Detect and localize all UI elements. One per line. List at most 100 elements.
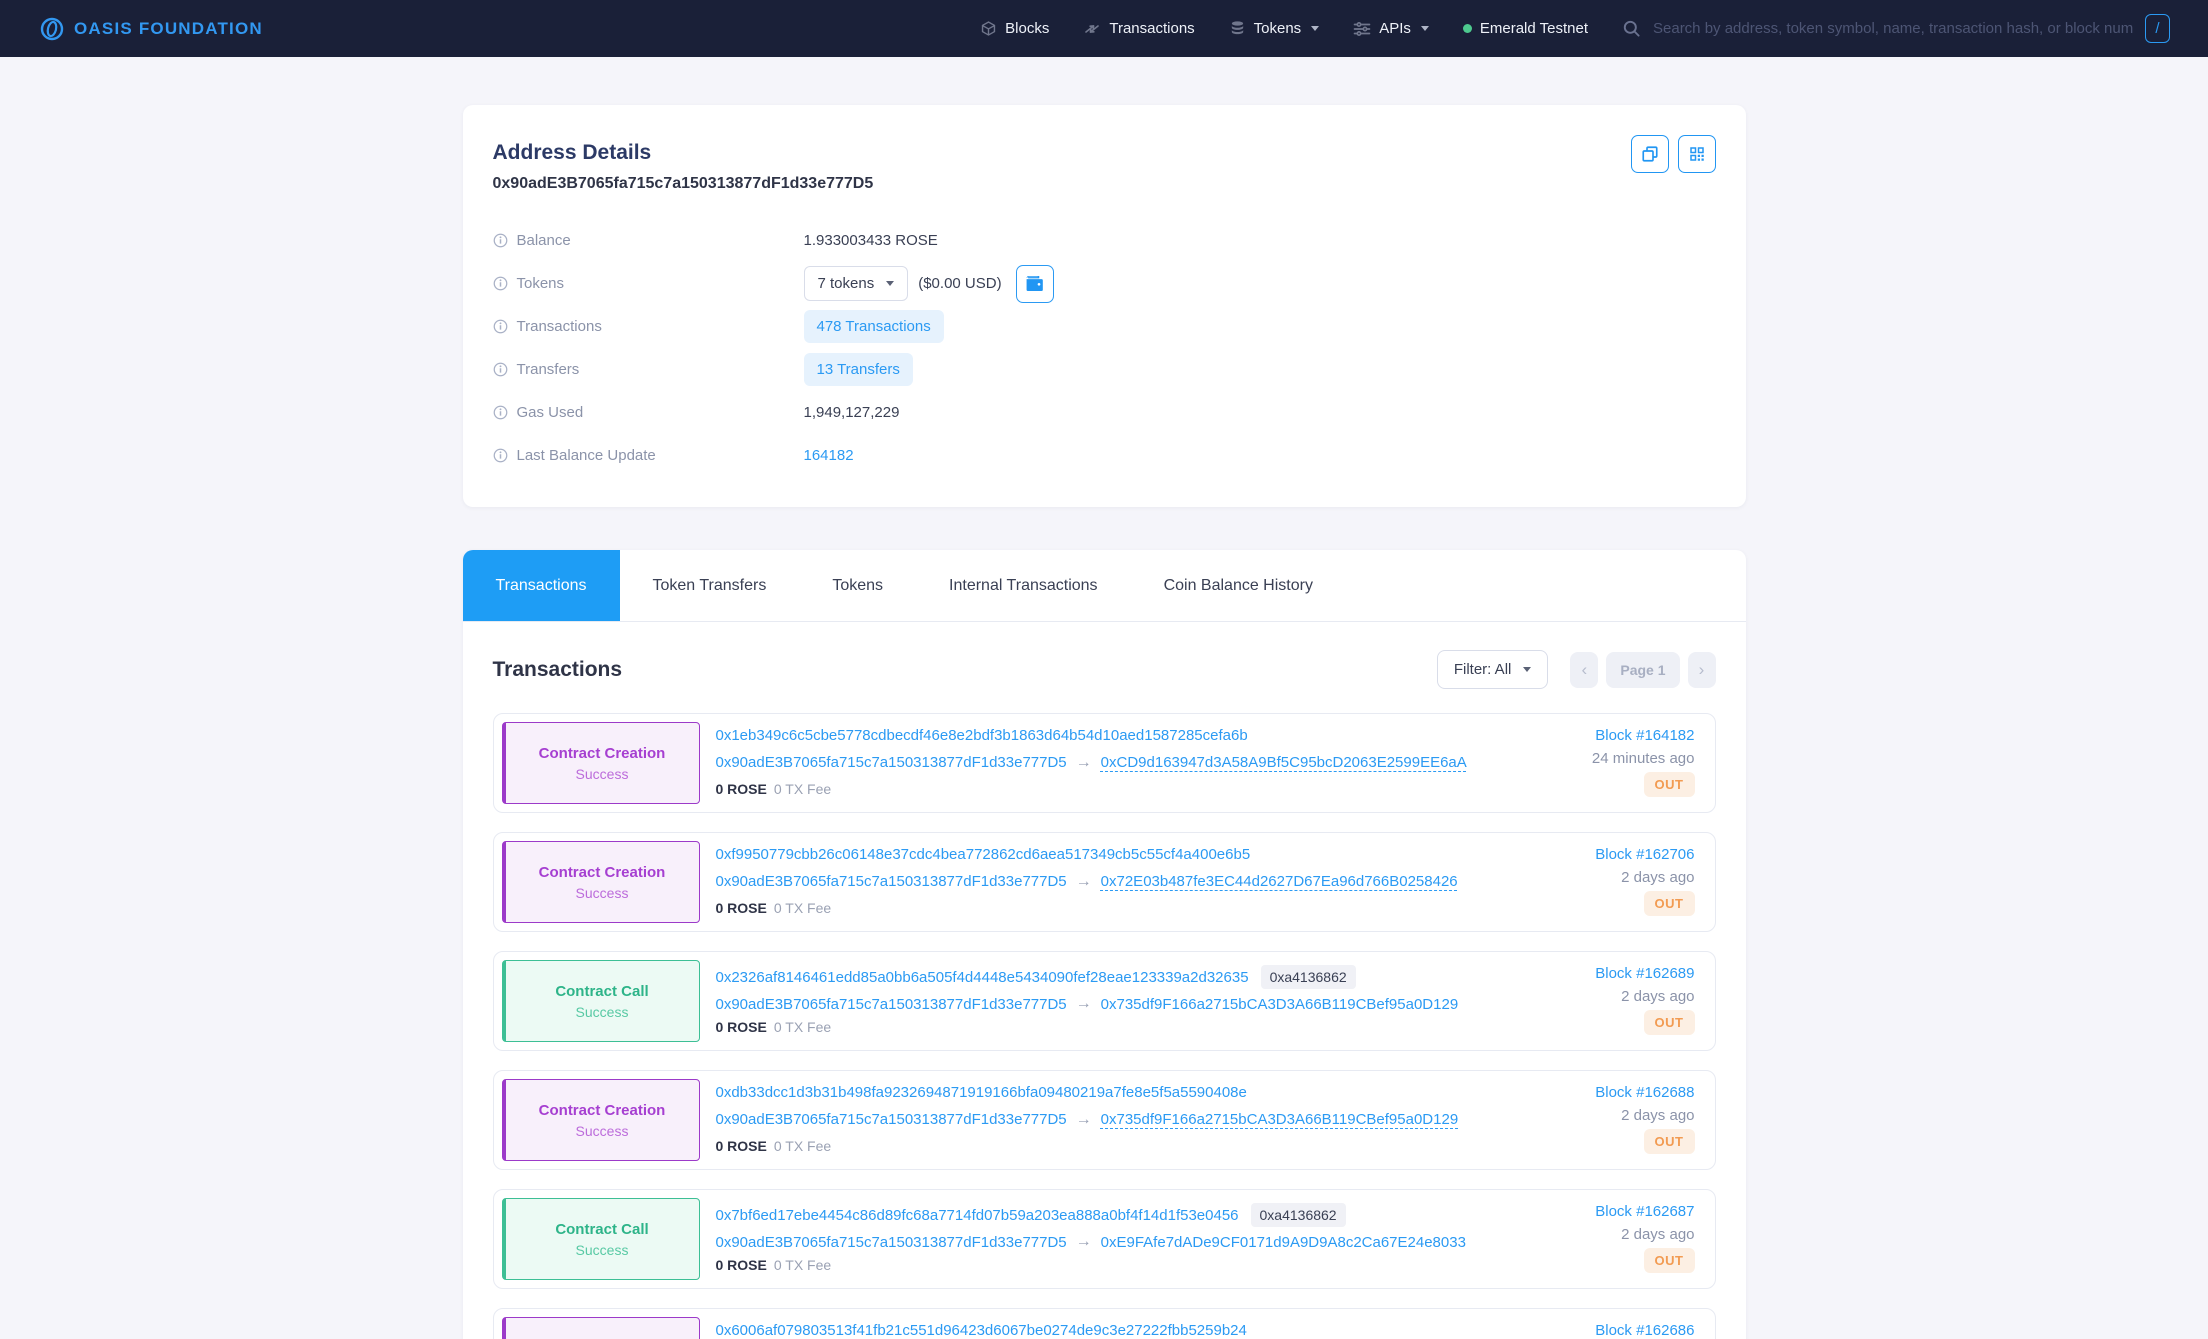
nav-blocks[interactable]: Blocks: [980, 20, 1049, 37]
transaction-fee: 0 TX Fee: [774, 900, 831, 916]
transaction-status-label: Success: [576, 1004, 629, 1020]
transaction-fee: 0 TX Fee: [774, 1257, 831, 1273]
pagination: ‹ Page 1 ›: [1570, 652, 1715, 688]
transaction-type-badge: Contract Call Success: [502, 960, 700, 1042]
to-address-link[interactable]: 0xE9FAfe7dADe9CF0171d9A9D9A8c2Ca67E24e80…: [1101, 1234, 1466, 1251]
tab-token-transfers[interactable]: Token Transfers: [620, 550, 800, 621]
from-address-link[interactable]: 0x90adE3B7065fa715c7a150313877dF1d33e777…: [716, 1234, 1067, 1251]
transfer-arrows-icon: [1083, 20, 1101, 38]
tab-internal-transactions[interactable]: Internal Transactions: [916, 550, 1131, 621]
info-icon: [493, 362, 508, 377]
transaction-type-label: Contract Call: [555, 1221, 648, 1238]
direction-badge: OUT: [1644, 1129, 1695, 1154]
address-detail-rows: Balance 1.933003433 ROSE Tokens 7 tokens…: [493, 219, 1716, 477]
transaction-type-label: Contract Creation: [539, 745, 666, 762]
block-link[interactable]: Block #162687: [1595, 1203, 1694, 1220]
block-link[interactable]: Block #164182: [1595, 727, 1694, 744]
wallet-button[interactable]: [1016, 265, 1054, 303]
transactions-count-link[interactable]: 478 Transactions: [804, 310, 944, 343]
transaction-value: 0 ROSE: [716, 900, 767, 916]
chevron-down-icon: [886, 281, 894, 286]
arrow-right-icon: →: [1076, 754, 1092, 772]
tab-transactions[interactable]: Transactions: [463, 550, 620, 621]
gas-used-label: Gas Used: [517, 404, 584, 421]
nav-tokens[interactable]: Tokens: [1229, 20, 1320, 37]
nav-transactions-label: Transactions: [1109, 20, 1194, 37]
from-address-link[interactable]: 0x90adE3B7065fa715c7a150313877dF1d33e777…: [716, 754, 1067, 771]
search-shortcut-key: /: [2145, 14, 2170, 43]
brand[interactable]: OASIS FOUNDATION: [40, 17, 263, 41]
nav-tokens-label: Tokens: [1254, 20, 1302, 37]
from-address-link[interactable]: 0x90adE3B7065fa715c7a150313877dF1d33e777…: [716, 873, 1067, 890]
balance-label: Balance: [517, 232, 571, 249]
qr-code-button[interactable]: [1678, 135, 1716, 173]
transaction-type-label: Contract Call: [555, 983, 648, 1000]
network-label: Emerald Testnet: [1480, 20, 1588, 37]
chevron-down-icon: [1421, 26, 1429, 31]
block-link[interactable]: Block #162686: [1595, 1322, 1694, 1339]
transaction-age: 2 days ago: [1621, 988, 1694, 1005]
transaction-row: Contract Creation Success 0x6006af079803…: [493, 1308, 1716, 1339]
transactions-list: Contract Creation Success 0x1eb349c6c5cb…: [493, 713, 1716, 1339]
from-address-link[interactable]: 0x90adE3B7065fa715c7a150313877dF1d33e777…: [716, 996, 1067, 1013]
transaction-hash-link[interactable]: 0xdb33dcc1d3b31b498fa9232694871919166bfa…: [716, 1084, 1247, 1101]
section-title: Transactions: [493, 658, 623, 682]
qr-code-icon: [1688, 145, 1706, 163]
block-link[interactable]: Block #162688: [1595, 1084, 1694, 1101]
transaction-hash-link[interactable]: 0x2326af8146461edd85a0bb6a505f4d4448e543…: [716, 969, 1249, 986]
transaction-hash-link[interactable]: 0x7bf6ed17ebe4454c86d89fc68a7714fd07b59a…: [716, 1207, 1239, 1224]
last-balance-update-link[interactable]: 164182: [804, 447, 854, 464]
transaction-type-label: Contract Creation: [539, 864, 666, 881]
search-input[interactable]: [1653, 20, 2133, 37]
transaction-hash-link[interactable]: 0x6006af079803513f41fb21c551d96423d6067b…: [716, 1322, 1247, 1339]
block-link[interactable]: Block #162706: [1595, 846, 1694, 863]
nav-apis[interactable]: APIs: [1353, 20, 1429, 37]
filter-dropdown[interactable]: Filter: All: [1437, 650, 1549, 689]
transfers-label: Transfers: [517, 361, 580, 378]
transaction-age: 2 days ago: [1621, 869, 1694, 886]
copy-icon: [1641, 145, 1659, 163]
last-balance-update-row: Last Balance Update 164182: [493, 434, 1716, 477]
method-id-tag: 0xa4136862: [1251, 1203, 1346, 1227]
nav-items: Blocks Transactions Tokens APIs Emerald …: [980, 14, 2170, 43]
transaction-value: 0 ROSE: [716, 1138, 767, 1154]
to-address-link[interactable]: 0x735df9F166a2715bCA3D3A66B119CBef95a0D1…: [1101, 1111, 1459, 1128]
transaction-value: 0 ROSE: [716, 1019, 767, 1035]
tokens-label: Tokens: [517, 275, 565, 292]
block-link[interactable]: Block #162689: [1595, 965, 1694, 982]
transaction-row: Contract Creation Success 0xf9950779cbb2…: [493, 832, 1716, 932]
info-icon: [493, 405, 508, 420]
address-details-card: Address Details 0x90adE3B7065fa715c7a150…: [463, 105, 1746, 507]
arrow-right-icon: →: [1076, 1233, 1092, 1251]
tab-coin-balance-history[interactable]: Coin Balance History: [1131, 550, 1346, 621]
gas-used-value: 1,949,127,229: [804, 404, 900, 421]
transaction-fee: 0 TX Fee: [774, 781, 831, 797]
to-address-link[interactable]: 0xCD9d163947d3A58A9Bf5C95bcD2063E2599EE6…: [1101, 754, 1467, 771]
oasis-logo-icon: [40, 17, 64, 41]
direction-badge: OUT: [1644, 772, 1695, 797]
direction-badge: OUT: [1644, 1010, 1695, 1035]
arrow-right-icon: →: [1076, 1111, 1092, 1129]
tokens-dropdown[interactable]: 7 tokens: [804, 266, 909, 301]
search-bar: /: [1622, 14, 2170, 43]
api-icon: [1353, 21, 1371, 37]
transaction-hash-link[interactable]: 0xf9950779cbb26c06148e37cdc4bea772862cd6…: [716, 846, 1251, 863]
method-id-tag: 0xa4136862: [1261, 965, 1356, 989]
nav-transactions[interactable]: Transactions: [1083, 20, 1194, 38]
transaction-status-label: Success: [576, 885, 629, 901]
transaction-row: Contract Call Success 0x7bf6ed17ebe4454c…: [493, 1189, 1716, 1289]
direction-badge: OUT: [1644, 1248, 1695, 1273]
transaction-hash-link[interactable]: 0x1eb349c6c5cbe5778cdbecdf46e8e2bdf3b186…: [716, 727, 1248, 744]
to-address-link[interactable]: 0x735df9F166a2715bCA3D3A66B119CBef95a0D1…: [1101, 996, 1459, 1013]
transaction-status-label: Success: [576, 1242, 629, 1258]
from-address-link[interactable]: 0x90adE3B7065fa715c7a150313877dF1d33e777…: [716, 1111, 1067, 1128]
direction-badge: OUT: [1644, 891, 1695, 916]
prev-page-button[interactable]: ‹: [1570, 652, 1598, 688]
tab-tokens[interactable]: Tokens: [799, 550, 916, 621]
next-page-button[interactable]: ›: [1688, 652, 1716, 688]
nav-blocks-label: Blocks: [1005, 20, 1049, 37]
to-address-link[interactable]: 0x72E03b487fe3EC44d2627D67Ea96d766B02584…: [1101, 873, 1458, 890]
copy-address-button[interactable]: [1631, 135, 1669, 173]
transfers-count-link[interactable]: 13 Transfers: [804, 353, 913, 386]
network-selector[interactable]: Emerald Testnet: [1463, 20, 1588, 37]
